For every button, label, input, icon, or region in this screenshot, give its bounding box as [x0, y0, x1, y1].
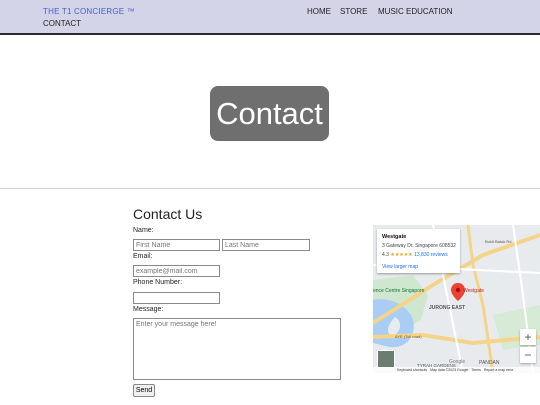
place-rating: 4.3 ★★★★★ 13,830 reviews — [382, 252, 448, 258]
brand-link[interactable]: THE T1 CONCIERGE ™ — [43, 7, 135, 16]
map-label-bukit-batok: Bukit Batok Rd — [485, 239, 512, 244]
zoom-in-button[interactable]: + — [520, 329, 536, 345]
rating-stars: ★★★★★ — [390, 252, 413, 258]
keyboard-shortcuts-link[interactable]: Keyboard shortcuts — [397, 368, 427, 372]
terms-link[interactable]: Terms — [471, 368, 481, 372]
last-name-input[interactable] — [222, 239, 310, 251]
map-layer-thumbnail[interactable] — [377, 350, 395, 368]
google-logo: Google — [449, 359, 466, 365]
phone-label: Phone Number: — [133, 279, 183, 286]
view-larger-map-link[interactable]: View larger map — [382, 264, 418, 270]
hero-contact-button[interactable]: Contact — [210, 86, 329, 141]
nav-store[interactable]: STORE — [340, 7, 367, 16]
nav-home[interactable]: HOME — [307, 7, 331, 16]
map-label-pandan: PANDAN — [479, 360, 500, 366]
first-name-input[interactable] — [133, 239, 220, 251]
map-data-text: Map data ©2023 Google — [430, 368, 469, 372]
nav-contact[interactable]: CONTACT — [43, 19, 81, 28]
nav-music-education[interactable]: MUSIC EDUCATION — [378, 7, 453, 16]
form-title: Contact Us — [133, 206, 203, 222]
message-label: Message: — [133, 306, 164, 313]
hero-section: Contact — [0, 35, 540, 189]
map-label-science-centre: ence Centre Singapore — [373, 288, 425, 294]
phone-input[interactable] — [133, 292, 220, 304]
map-footer: Keyboard shortcuts Map data ©2023 Google… — [373, 367, 540, 373]
send-button[interactable]: Send — [133, 384, 155, 397]
embedded-map[interactable]: Westgate 3 Gateway Dr, Singapore 608532 … — [373, 225, 540, 373]
zoom-out-button[interactable]: − — [520, 347, 536, 363]
name-label: Name: — [133, 227, 154, 234]
message-textarea[interactable] — [133, 318, 341, 380]
top-navbar: THE T1 CONCIERGE ™ HOME STORE MUSIC EDUC… — [0, 0, 540, 35]
place-address: 3 Gateway Dr, Singapore 608532 — [382, 243, 456, 249]
marker-label: Westgate — [463, 288, 485, 294]
email-label: Email: — [133, 253, 153, 260]
report-error-link[interactable]: Report a map error — [484, 368, 514, 372]
email-input[interactable] — [133, 265, 220, 277]
place-name: Westgate — [382, 234, 407, 240]
map-label-road: AYE (Toll road) — [395, 334, 422, 339]
place-info-card: Westgate 3 Gateway Dr, Singapore 608532 … — [377, 229, 460, 273]
map-label-jurong-east: JURONG EAST — [429, 305, 466, 311]
reviews-link[interactable]: 13,830 reviews — [414, 252, 448, 258]
rating-value: 4.3 — [382, 252, 389, 258]
